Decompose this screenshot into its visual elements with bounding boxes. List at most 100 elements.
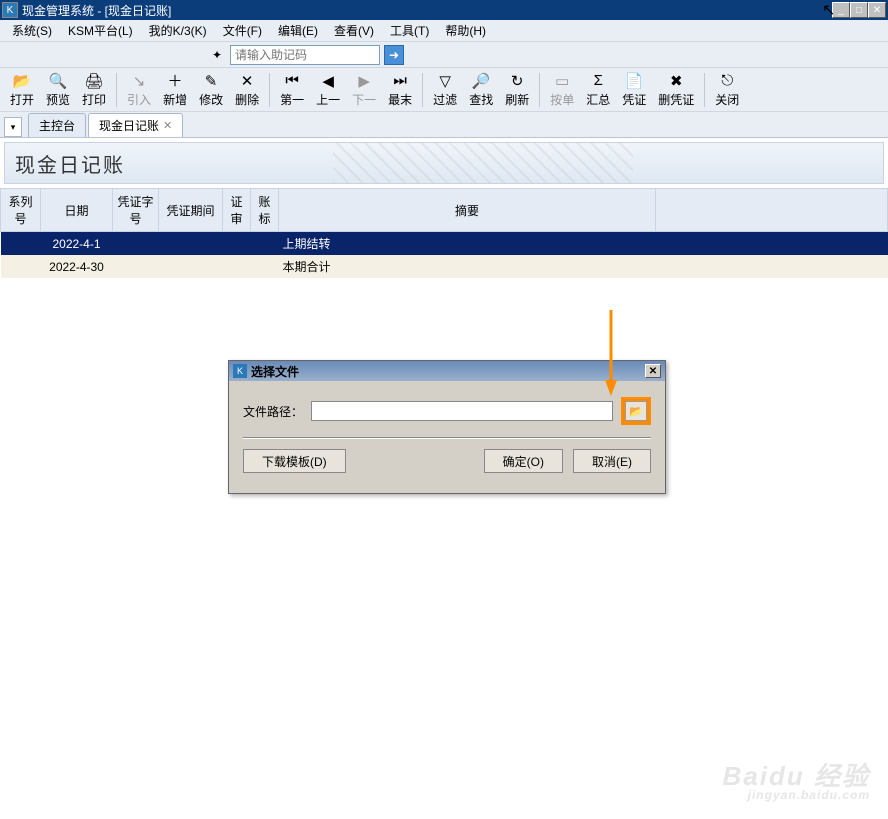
dialog-close-button[interactable]: ✕ (645, 364, 661, 378)
menu-ksm[interactable]: KSM平台(L) (60, 20, 141, 41)
helper-code-input[interactable] (230, 45, 380, 65)
toolbar-凭证-button[interactable]: 📄凭证 (616, 71, 652, 109)
table-row[interactable]: 2022-4-30本期合计 (1, 255, 888, 278)
tab-dropdown-button[interactable]: ▾ (4, 117, 22, 137)
table-cell (656, 232, 888, 256)
download-template-button[interactable]: 下载模板(D) (243, 449, 346, 473)
toolbar-separator (269, 73, 270, 107)
汇总-icon: Σ (589, 72, 607, 90)
menu-system[interactable]: 系统(S) (4, 20, 60, 41)
menu-myk3[interactable]: 我的K/3(K) (141, 20, 215, 41)
toolbar-关闭-button[interactable]: ⎋关闭 (709, 71, 745, 109)
toolbar-预览-button[interactable]: 🔍预览 (40, 71, 76, 109)
toolbar-label: 最末 (388, 91, 412, 108)
删除-icon: ✕ (238, 72, 256, 90)
minimize-button[interactable]: _ (832, 2, 850, 18)
toolbar-label: 按单 (550, 91, 574, 108)
dialog-titlebar[interactable]: K 选择文件 ✕ (229, 361, 665, 381)
toolbar-label: 修改 (199, 91, 223, 108)
window-controls: _ □ ✕ (832, 2, 886, 18)
tab-active-label: 现金日记账 (99, 117, 159, 134)
cancel-button[interactable]: 取消(E) (573, 449, 651, 473)
toolbar-label: 上一 (316, 91, 340, 108)
col-flag[interactable]: 账标 (251, 189, 279, 232)
table-cell (113, 255, 159, 278)
tab-bar: ▾ 主控台 现金日记账 ✕ (0, 112, 888, 138)
table-cell (251, 255, 279, 278)
browse-button[interactable]: 📂 (625, 401, 647, 421)
tab-main-label: 主控台 (39, 117, 75, 134)
凭证-icon: 📄 (625, 72, 643, 90)
menu-bar: 系统(S) KSM平台(L) 我的K/3(K) 文件(F) 编辑(E) 查看(V… (0, 20, 888, 42)
toolbar-label: 预览 (46, 91, 70, 108)
table-cell (223, 255, 251, 278)
打开-icon: 📂 (13, 72, 31, 90)
toolbar-上一-button[interactable]: ◀上一 (310, 71, 346, 109)
toolbar-label: 过滤 (433, 91, 457, 108)
page-title: 现金日记账 (15, 149, 125, 178)
dialog-body: 文件路径： 📂 下载模板(D) 确定(O) 取消(E) (229, 381, 665, 493)
dialog-separator (243, 437, 651, 439)
file-path-row: 文件路径： 📂 (243, 397, 651, 425)
刷新-icon: ↻ (508, 72, 526, 90)
toolbar-label: 删凭证 (658, 91, 694, 108)
ok-button[interactable]: 确定(O) (484, 449, 563, 473)
col-date[interactable]: 日期 (41, 189, 113, 232)
新增-icon: ＋ (166, 72, 184, 90)
table-row[interactable]: 2022-4-1上期结转 (1, 232, 888, 256)
toolbar-separator (422, 73, 423, 107)
tab-cash-journal[interactable]: 现金日记账 ✕ (88, 113, 183, 137)
toolbar-修改-button[interactable]: ✎修改 (193, 71, 229, 109)
查找-icon: 🔎 (472, 72, 490, 90)
col-voucher-no[interactable]: 凭证字号 (113, 189, 159, 232)
下一-icon: ▶ (355, 72, 373, 90)
menu-help[interactable]: 帮助(H) (437, 20, 494, 41)
最末-icon: ⏭ (391, 72, 409, 90)
tab-main[interactable]: 主控台 (28, 113, 86, 137)
col-serial[interactable]: 系列号 (1, 189, 41, 232)
tab-close-icon[interactable]: ✕ (163, 119, 172, 132)
menu-edit[interactable]: 编辑(E) (270, 20, 326, 41)
toolbar-新增-button[interactable]: ＋新增 (157, 71, 193, 109)
table-cell: 2022-4-1 (41, 232, 113, 256)
第一-icon: ⏮ (283, 72, 301, 90)
table-cell (1, 255, 41, 278)
toolbar-label: 删除 (235, 91, 259, 108)
app-icon: K (2, 2, 18, 18)
toolbar-汇总-button[interactable]: Σ汇总 (580, 71, 616, 109)
预览-icon: 🔍 (49, 72, 67, 90)
col-audit[interactable]: 证审 (223, 189, 251, 232)
table-cell (251, 232, 279, 256)
toolbar-label: 汇总 (586, 91, 610, 108)
toolbar-label: 打印 (82, 91, 106, 108)
file-path-input[interactable] (311, 401, 613, 421)
toolbar-最末-button[interactable]: ⏭最末 (382, 71, 418, 109)
main-toolbar: 📂打开🔍预览🖨打印↘引入＋新增✎修改✕删除⏮第一◀上一▶下一⏭最末▽过滤🔎查找↻… (0, 68, 888, 112)
page-header: 现金日记账 (4, 142, 884, 184)
toolbar-查找-button[interactable]: 🔎查找 (463, 71, 499, 109)
browse-highlight: 📂 (621, 397, 651, 425)
maximize-button[interactable]: □ (850, 2, 868, 18)
toolbar-第一-button[interactable]: ⏮第一 (274, 71, 310, 109)
menu-file[interactable]: 文件(F) (215, 20, 270, 41)
col-voucher-period[interactable]: 凭证期间 (159, 189, 223, 232)
close-button[interactable]: ✕ (868, 2, 886, 18)
toolbar-过滤-button[interactable]: ▽过滤 (427, 71, 463, 109)
toolbar-separator (704, 73, 705, 107)
toolbar-删除-button[interactable]: ✕删除 (229, 71, 265, 109)
toolbar-下一-button: ▶下一 (346, 71, 382, 109)
toolbar-separator (539, 73, 540, 107)
col-summary[interactable]: 摘要 (279, 189, 656, 232)
col-extra[interactable] (656, 189, 888, 232)
dialog-icon: K (233, 364, 247, 378)
menu-tools[interactable]: 工具(T) (382, 20, 437, 41)
table-header-row: 系列号 日期 凭证字号 凭证期间 证审 账标 摘要 (1, 189, 888, 232)
helper-go-button[interactable]: ➜ (384, 45, 404, 65)
toolbar-打印-button[interactable]: 🖨打印 (76, 71, 112, 109)
toolbar-刷新-button[interactable]: ↻刷新 (499, 71, 535, 109)
toolbar-label: 刷新 (505, 91, 529, 108)
修改-icon: ✎ (202, 72, 220, 90)
menu-view[interactable]: 查看(V) (326, 20, 382, 41)
toolbar-删凭证-button[interactable]: ✖删凭证 (652, 71, 700, 109)
toolbar-打开-button[interactable]: 📂打开 (4, 71, 40, 109)
